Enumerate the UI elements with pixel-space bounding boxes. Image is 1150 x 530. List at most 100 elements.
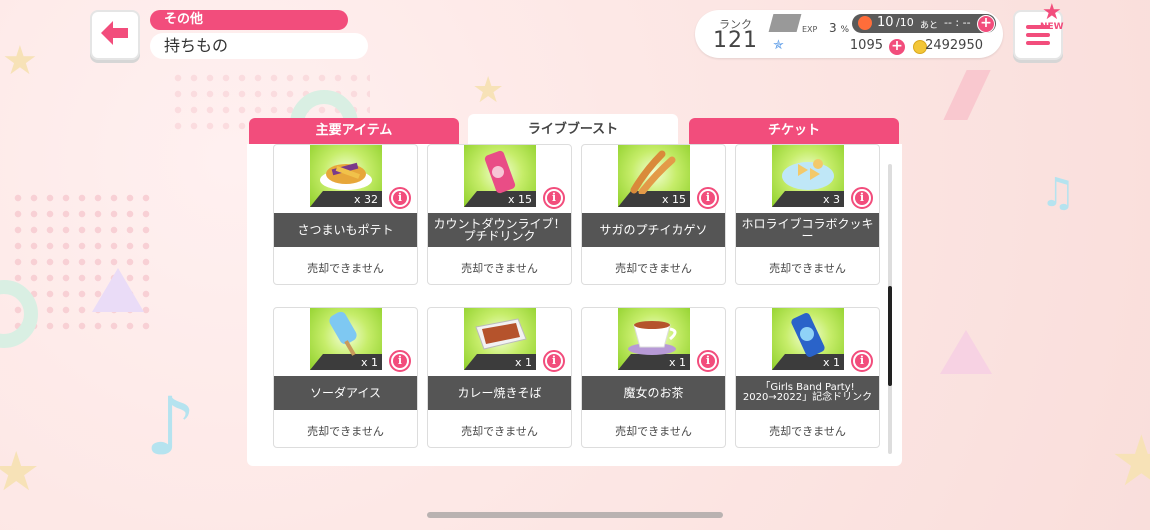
new-badge-star-icon: ★ [1042, 0, 1062, 25]
item-quantity: x 1 [514, 356, 532, 369]
item-thumbnail: x 3 [772, 145, 844, 207]
stamina-current: 10 [877, 15, 894, 30]
item-quantity: x 1 [822, 356, 840, 369]
info-icon: i [705, 354, 711, 367]
item-thumbnail: x 15 [618, 145, 690, 207]
background-music-note: ♪ [145, 380, 197, 473]
item-card[interactable]: x 1 i 「Girls Band Party! 2020→2022」記念ドリン… [735, 307, 880, 448]
item-quantity: x 15 [661, 193, 686, 206]
background-ring [0, 280, 38, 348]
item-quantity: x 1 [360, 356, 378, 369]
item-name: さつまいもポテト [274, 213, 417, 247]
back-arrow-icon [101, 21, 129, 49]
cookie-plate-icon [780, 152, 836, 196]
item-sell-status: 売却できません [461, 262, 538, 275]
item-sell-status: 売却できません [769, 262, 846, 275]
rank-value: 121 [713, 28, 758, 53]
item-name: ホロライブコラボクッキー [736, 213, 879, 247]
coin-count: 2492950 [925, 38, 983, 53]
new-badge: NEW [1040, 22, 1064, 32]
add-stamina-button[interactable]: + [977, 15, 995, 33]
stamina-bar: 10 /10 あと -- : -- + [852, 14, 996, 33]
item-thumbnail: x 15 [464, 145, 536, 207]
item-info-button[interactable]: i [389, 350, 411, 372]
background-triangle [92, 268, 144, 312]
background-bolt [943, 70, 991, 120]
item-info-button[interactable]: i [697, 187, 719, 209]
item-list-panel: x 32 i さつまいもポテト 売却できません x 15 i カウントダウンライ… [247, 144, 902, 466]
exp-percent: 3 % [829, 21, 850, 35]
background-triangle [940, 330, 992, 374]
background-star: ★ [2, 38, 38, 84]
background-star: ★ [1110, 420, 1150, 502]
item-quantity: x 15 [507, 193, 532, 206]
item-sell-status: 売却できません [615, 262, 692, 275]
tab-tickets[interactable]: チケット [689, 118, 899, 144]
item-card[interactable]: x 1 i 魔女のお茶 売却できません [581, 307, 726, 448]
item-name: 「Girls Band Party! 2020→2022」記念ドリンク [736, 376, 879, 410]
info-icon: i [551, 191, 557, 204]
star-gem-icon: ✯ [773, 38, 784, 53]
scrollbar-thumb[interactable] [888, 286, 892, 386]
item-sell-status: 売却できません [615, 425, 692, 438]
squid-tentacle-icon [626, 150, 682, 198]
item-card[interactable]: x 3 i ホロライブコラボクッキー 売却できません [735, 144, 880, 285]
item-thumbnail: x 1 [464, 308, 536, 370]
info-icon: i [859, 191, 865, 204]
info-icon: i [705, 191, 711, 204]
background-music-note: ♫ [1040, 170, 1076, 216]
item-sell-status: 売却できません [769, 425, 846, 438]
page-title: 持ちもの [150, 33, 368, 59]
item-quantity: x 32 [353, 193, 378, 206]
currency-row: ✯ 1095 + 2492950 [773, 38, 998, 56]
item-card[interactable]: x 1 i カレー焼きそば 売却できません [427, 307, 572, 448]
tab-main-items[interactable]: 主要アイテム [249, 118, 459, 144]
exp-label: EXP [802, 25, 818, 34]
item-card[interactable]: x 15 i サガのプチイカゲソ 売却できません [581, 144, 726, 285]
curry-yakisoba-icon [472, 313, 528, 361]
item-card[interactable]: x 32 i さつまいもポテト 売却できません [273, 144, 418, 285]
menu-icon-bar [1026, 41, 1050, 45]
item-quantity: x 1 [668, 356, 686, 369]
item-name: カレー焼きそば [428, 376, 571, 410]
item-info-button[interactable]: i [543, 187, 565, 209]
item-name: ソーダアイス [274, 376, 417, 410]
item-sell-status: 売却できません [461, 425, 538, 438]
item-name: カウントダウンライブ！プチドリンク [428, 213, 571, 247]
item-name: 魔女のお茶 [582, 376, 725, 410]
flame-icon [858, 16, 872, 30]
stamina-timer: -- : -- [944, 16, 971, 29]
item-card[interactable]: x 1 i ソーダアイス 売却できません [273, 307, 418, 448]
item-info-button[interactable]: i [851, 187, 873, 209]
home-indicator[interactable] [427, 512, 723, 518]
item-info-button[interactable]: i [851, 350, 873, 372]
tab-live-boost[interactable]: ライブブースト [468, 114, 678, 146]
item-info-button[interactable]: i [697, 350, 719, 372]
item-thumbnail: x 1 [618, 308, 690, 370]
info-icon: i [859, 354, 865, 367]
star-count: 1095 [849, 38, 883, 53]
exp-bar [768, 14, 802, 32]
menu-icon-bar [1026, 33, 1050, 37]
item-thumbnail: x 1 [772, 308, 844, 370]
item-info-button[interactable]: i [543, 350, 565, 372]
item-thumbnail: x 1 [310, 308, 382, 370]
add-stars-button[interactable]: + [888, 38, 906, 56]
back-button[interactable] [90, 10, 140, 60]
info-icon: i [397, 354, 403, 367]
sweet-potato-fries-icon [318, 152, 374, 196]
drink-can-icon [480, 148, 520, 200]
item-info-button[interactable]: i [389, 187, 411, 209]
stamina-max: /10 [896, 16, 914, 29]
category-label: その他 [150, 10, 348, 30]
background-star: ★ [0, 440, 41, 503]
player-status-panel: ランク 121 EXP 3 % 10 /10 あと -- : -- + ✯ 10… [695, 10, 1003, 58]
background-dots [10, 190, 150, 330]
item-quantity: x 3 [822, 193, 840, 206]
item-name: サガのプチイカゲソ [582, 213, 725, 247]
page-header: その他 持ちもの [150, 10, 368, 59]
tea-cup-icon [626, 313, 682, 361]
stamina-remaining-label: あと [920, 21, 939, 31]
background-star: ★ [472, 70, 505, 111]
item-card[interactable]: x 15 i カウントダウンライブ！プチドリンク 売却できません [427, 144, 572, 285]
